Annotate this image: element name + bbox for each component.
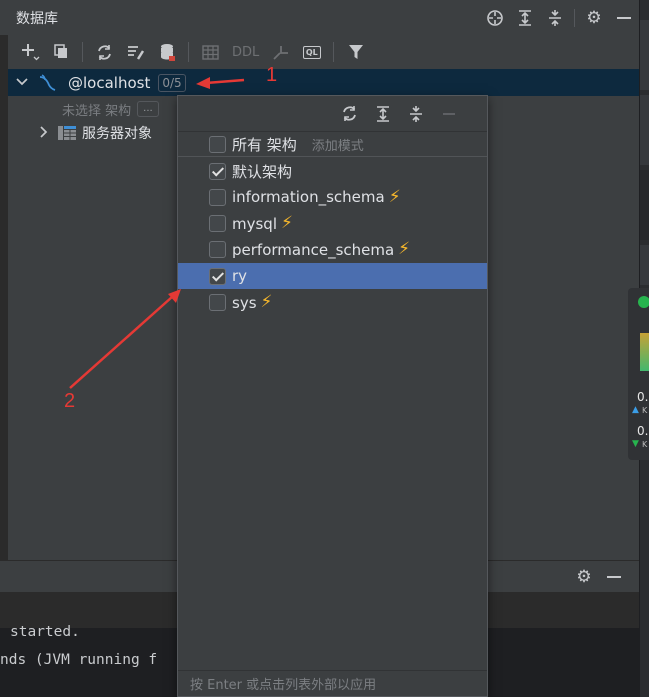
annotation-label-1: 1 <box>266 64 278 86</box>
schema-option-label: sys <box>232 293 257 312</box>
checkbox[interactable] <box>209 135 226 153</box>
checkbox[interactable] <box>209 294 226 311</box>
network-monitor-widget: 0.0 ▲ K 0.0 ▼ K <box>628 288 649 460</box>
server-objects-icon <box>58 126 76 140</box>
more-button[interactable]: ... <box>137 101 159 117</box>
left-edge-panel <box>0 35 8 560</box>
schema-selector-popup: 所有 架构 添加模式 默认架构 information_schema ⚡ mysql ⚡… <box>177 95 488 697</box>
console-line: started. <box>10 624 80 640</box>
checkbox[interactable] <box>209 241 226 259</box>
all-schemas-option[interactable]: 所有 架构 添加模式 <box>178 132 487 157</box>
expand-all-icon[interactable] <box>366 99 399 129</box>
panel-title: 数据库 <box>16 10 58 27</box>
database-panel-header: 数据库 ⚙ <box>0 0 639 35</box>
popup-footer-hint: 按 Enter 或点击列表外部以应用 <box>178 670 487 696</box>
host-label: @localhost <box>68 73 151 92</box>
upload-arrow-icon: ▲ <box>632 405 639 415</box>
schema-option[interactable]: sys ⚡ <box>178 290 487 316</box>
usage-bar <box>640 333 649 371</box>
toolbar-separator <box>333 42 335 62</box>
chevron-down-icon[interactable] <box>14 76 30 89</box>
mysql-dolphin-icon <box>38 73 58 92</box>
schema-count-badge[interactable]: 0/5 <box>158 73 186 92</box>
checkbox[interactable] <box>209 267 226 285</box>
jump-icon[interactable] <box>265 37 296 67</box>
schema-option-label: mysql <box>232 214 277 233</box>
popup-toolbar <box>178 96 487 132</box>
schema-option-label: information_schema <box>232 188 385 207</box>
properties-icon[interactable] <box>120 37 151 67</box>
lightning-icon: ⚡ <box>398 239 411 260</box>
refresh-icon[interactable] <box>333 99 366 129</box>
server-objects-label: 服务器对象 <box>82 126 152 142</box>
collapse-all-icon[interactable] <box>399 99 432 129</box>
database-icon[interactable] <box>151 37 182 67</box>
right-tool-tab[interactable] <box>640 245 649 285</box>
toolbar-separator <box>188 42 189 62</box>
gear-icon[interactable]: ⚙ <box>579 3 609 33</box>
lightning-icon: ⚡ <box>281 213 293 234</box>
filter-icon[interactable] <box>340 37 371 67</box>
expand-all-icon[interactable] <box>510 3 540 33</box>
annotation-arrow-2 <box>69 296 173 389</box>
schema-option-label: ry <box>232 267 248 286</box>
no-schema-label: 未选择 架构 <box>62 103 132 119</box>
schema-option[interactable]: ry <box>178 263 487 290</box>
lightning-icon: ⚡ <box>260 292 273 312</box>
schema-option[interactable]: performance_schema ⚡ <box>178 237 487 263</box>
download-value: 0.0 <box>637 424 649 438</box>
ide-window: 数据库 ⚙ DDL QL @localhost 0/5 未选择 架构 ... 服… <box>0 0 649 697</box>
crosshair-icon[interactable] <box>480 3 510 33</box>
right-tool-tab[interactable] <box>640 20 649 90</box>
copy-icon[interactable] <box>45 37 76 67</box>
checkbox[interactable] <box>209 162 226 180</box>
schema-option[interactable]: mysql ⚡ <box>178 211 487 237</box>
collapse-all-icon[interactable] <box>540 3 570 33</box>
schema-option[interactable]: information_schema ⚡ <box>178 184 487 210</box>
checkbox[interactable] <box>209 215 226 233</box>
upload-value: 0.0 <box>637 390 649 404</box>
tree-item-localhost[interactable]: @localhost 0/5 <box>8 69 639 96</box>
remove-icon[interactable] <box>432 99 465 129</box>
refresh-icon[interactable] <box>89 37 120 67</box>
annotation-label-2: 2 <box>64 390 76 412</box>
right-tool-tab[interactable] <box>640 95 649 165</box>
add-mode-link[interactable]: 添加模式 <box>312 135 364 154</box>
all-schemas-label: 所有 架构 <box>232 135 297 154</box>
schema-option-label: 默认架构 <box>232 162 293 181</box>
tree-item-no-schema: 未选择 架构 ... <box>62 98 159 120</box>
ddl-button[interactable]: DDL <box>226 45 265 60</box>
right-tool-tab-database[interactable] <box>640 170 649 240</box>
chevron-right-icon[interactable] <box>36 125 52 141</box>
console-line: nds (JVM running f <box>0 652 158 668</box>
database-toolbar: DDL QL <box>8 35 639 69</box>
query-console-icon[interactable]: QL <box>296 37 327 67</box>
upload-unit: K <box>642 406 648 415</box>
schema-option-label: performance_schema <box>232 240 395 259</box>
minimize-icon[interactable] <box>599 562 629 592</box>
add-icon[interactable] <box>14 37 45 67</box>
gear-icon[interactable]: ⚙ <box>569 562 599 592</box>
download-arrow-icon: ▼ <box>632 439 639 449</box>
ql-label: QL <box>302 45 321 59</box>
tree-item-server-objects[interactable]: 服务器对象 <box>36 122 152 144</box>
checkbox[interactable] <box>209 188 226 206</box>
schema-option[interactable]: 默认架构 <box>178 158 487 184</box>
lightning-icon: ⚡ <box>388 186 401 207</box>
table-icon[interactable] <box>195 37 226 67</box>
toolbar-separator <box>82 42 83 62</box>
minimize-icon[interactable] <box>609 3 639 33</box>
status-dot <box>638 296 649 308</box>
download-unit: K <box>642 440 648 449</box>
